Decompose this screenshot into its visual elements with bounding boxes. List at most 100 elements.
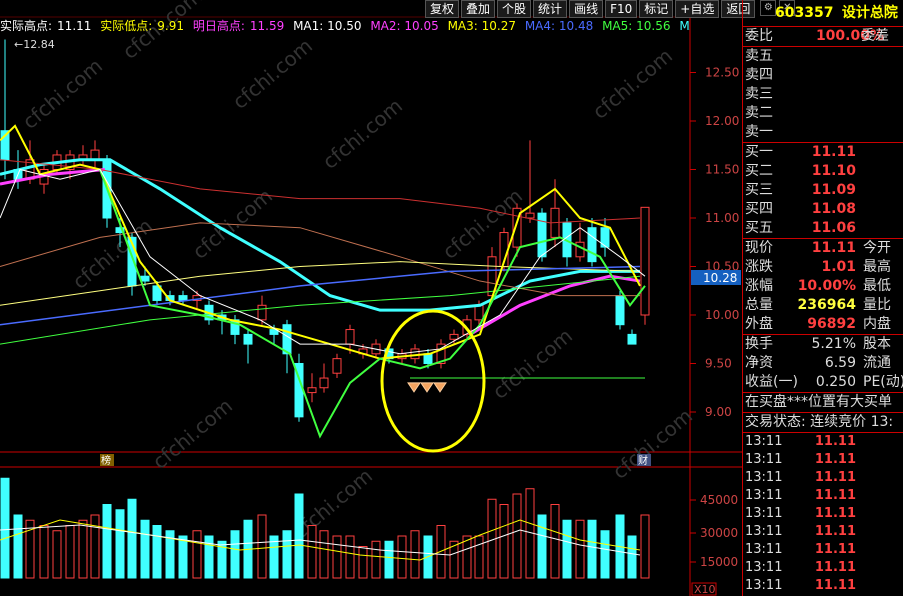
stat-row: 总量 236964 量比 [743, 296, 903, 315]
stat-value: 96892 [807, 316, 856, 332]
fin-value: 0.250 [815, 374, 856, 390]
tick-list[interactable]: 13:11 11.11 13:11 11.11 13:11 11.11 13:11 11.11… [743, 433, 903, 595]
stat-row: 外盘 96892 内盘 [743, 315, 903, 334]
buy-row: 买一 11.11 [743, 143, 903, 162]
tick-row[interactable]: 13:11 11.11 [743, 559, 903, 577]
tick-price: 11.11 [814, 434, 856, 449]
tick-time: 13:11 [745, 560, 783, 575]
tick-price: 11.11 [814, 524, 856, 539]
volume-bar [332, 535, 342, 579]
price-axis-label: 12.50 [705, 66, 739, 80]
candle-body [140, 275, 150, 282]
trade-status: 交易状态: 连续竞价 13: [745, 414, 894, 430]
sell-row: 卖三 [743, 85, 903, 104]
mark-button[interactable]: 标记 [639, 0, 674, 18]
fin-right-label: PE(动) [863, 374, 903, 390]
volume-bar [192, 530, 202, 579]
volume-bar [512, 493, 522, 579]
volume-bar [294, 493, 304, 579]
fuquan-button[interactable]: 复权 [425, 0, 460, 18]
actual-low-label: 实际低点: [100, 19, 153, 33]
tick-price: 11.11 [814, 506, 856, 521]
stat-label: 现价 [745, 240, 773, 256]
tick-price: 11.11 [814, 488, 856, 503]
sell-label: 卖一 [745, 124, 773, 140]
buy-row: 买二 11.10 [743, 162, 903, 181]
high-price-mark: ←12.84 [14, 38, 55, 51]
volume-bar [90, 514, 100, 579]
fin-label: 换手 [745, 336, 773, 352]
candle-body [627, 333, 637, 345]
volume-bar [127, 498, 137, 579]
price-axis-label: 12.00 [705, 114, 739, 128]
stat-right-label: 今开 [863, 240, 891, 256]
volume-bar [230, 530, 240, 579]
sell-row: 卖五 [743, 47, 903, 66]
volume-bar [39, 525, 49, 579]
candle-body [307, 387, 317, 394]
tick-time: 13:11 [745, 434, 783, 449]
overlay-button[interactable]: 叠加 [461, 0, 496, 18]
f10-button[interactable]: F10 [605, 0, 638, 18]
volume-bar [397, 535, 407, 579]
tick-row[interactable]: 13:11 11.11 [743, 541, 903, 559]
tick-row[interactable]: 13:11 11.11 [743, 523, 903, 541]
volume-unit-label: X10 [694, 583, 716, 596]
sell-label: 卖二 [745, 105, 773, 121]
candle-body [474, 304, 484, 321]
stock-code: 603357 [775, 5, 834, 21]
volume-bar [307, 525, 317, 579]
tick-row[interactable]: 13:11 11.11 [743, 505, 903, 523]
stat-label: 总量 [745, 297, 773, 313]
tick-row[interactable]: 13:11 11.11 [743, 451, 903, 469]
tick-price: 11.11 [814, 578, 856, 593]
buy-price: 11.08 [811, 201, 856, 217]
candle-body [332, 358, 342, 374]
stock-button[interactable]: 个股 [497, 0, 532, 18]
quote-panel: 603357 设计总院 委比 100.00% 委差 卖五 卖四 卖三 卖二 卖一 买一 1… [742, 0, 903, 596]
volume-bar [575, 519, 585, 579]
weibi-row: 委比 100.00% 委差 [743, 27, 903, 46]
buy-label: 买三 [745, 182, 773, 198]
candle-body [410, 348, 420, 360]
fin-right-label: 流通 [863, 355, 891, 371]
volume-bar [115, 509, 125, 579]
volume-axis-label: 30000 [700, 526, 738, 540]
draw-line-button[interactable]: 画线 [569, 0, 604, 18]
stat-label: 涨幅 [745, 278, 773, 294]
volume-bar [587, 519, 597, 579]
sell-row: 卖一 [743, 123, 903, 142]
tick-price: 11.11 [814, 560, 856, 575]
volume-bar [474, 535, 484, 579]
buy-price: 11.09 [811, 182, 856, 198]
ranking-marker-label: 榜 [101, 454, 111, 467]
volume-bar [410, 530, 420, 579]
volume-bar [537, 514, 547, 579]
ma4-value: MA4: 10.48 [524, 19, 594, 33]
tick-row[interactable]: 13:11 11.11 [743, 433, 903, 451]
fin-row: 收益(一) 0.250 PE(动) [743, 373, 903, 392]
price-axis-label: 9.00 [705, 405, 732, 419]
stats-button[interactable]: 统计 [533, 0, 568, 18]
candle-body [587, 227, 597, 263]
price-axis-label: 9.50 [705, 357, 732, 371]
add-favorite-button[interactable]: +自选 [675, 0, 720, 18]
volume-bar [52, 530, 62, 579]
kline-chart[interactable]: 12.5012.0011.5011.0010.5010.009.509.0010… [0, 0, 742, 596]
tick-row[interactable]: 13:11 11.11 [743, 577, 903, 595]
trade-status-row: 交易状态: 连续竞价 13: [743, 413, 903, 432]
sell-label: 卖五 [745, 48, 773, 64]
candle-body [243, 333, 253, 345]
candle-body [640, 206, 650, 316]
current-price-label: 10.28 [703, 271, 737, 285]
stat-value: 1.01 [821, 259, 856, 275]
sell-label: 卖四 [745, 67, 773, 83]
candle-body [449, 333, 459, 340]
volume-bar [550, 504, 560, 579]
volume-bar [627, 535, 637, 579]
tick-row[interactable]: 13:11 11.11 [743, 487, 903, 505]
candle-body [525, 212, 535, 219]
stat-label: 涨跌 [745, 259, 773, 275]
fin-label: 净资 [745, 355, 773, 371]
tick-row[interactable]: 13:11 11.11 [743, 469, 903, 487]
